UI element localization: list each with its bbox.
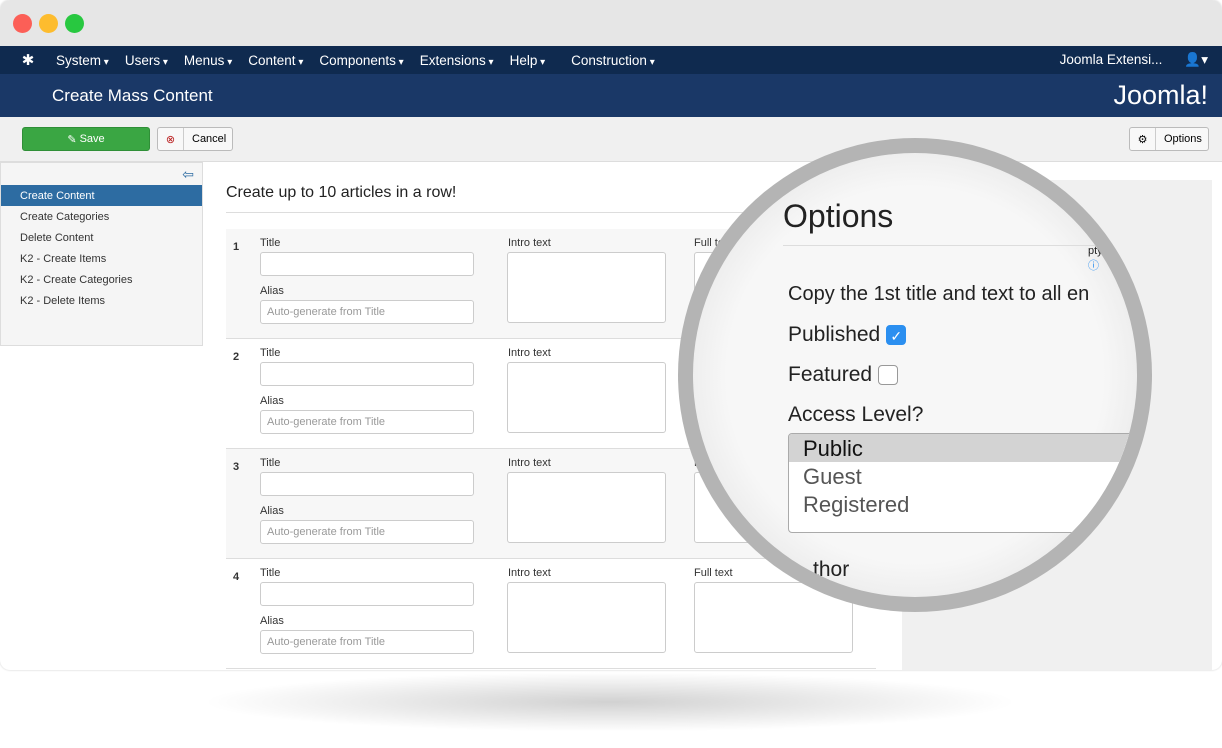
featured-checkbox[interactable] [878,365,899,386]
info-icon[interactable]: ⓘ [1088,260,1099,272]
maximize-dot[interactable] [65,14,84,33]
published-label: Published [788,323,881,346]
title-label: Title [260,237,281,249]
collapse-sidebar-icon[interactable]: ⇦ [1,163,202,185]
author-label: thor [813,558,850,581]
featured-label: Featured [788,363,873,386]
minimize-dot[interactable] [39,14,58,33]
access-level-label: Access Level? [788,403,924,426]
row-number: 2 [233,351,240,363]
row-number: 3 [233,461,240,473]
menu-components[interactable]: Components [319,53,403,68]
page-header: Create Mass Content Joomla! [0,74,1222,117]
title-label: Title [260,347,281,359]
site-link[interactable]: Joomla Extensi... [1060,52,1163,68]
save-label: Save [79,133,105,145]
options-heading: Options [783,198,894,234]
title-input[interactable] [260,362,474,386]
empty-pages-text: pty pages [1088,245,1136,257]
copy-first-label: Copy the 1st title and text to all en [788,283,1090,305]
intro-text-label: Intro text [508,457,551,469]
sidebar-item-k2-delete-items[interactable]: K2 - Delete Items [1,290,202,311]
user-icon[interactable]: 👤▾ [1184,52,1208,68]
row-number: 1 [233,241,240,253]
menu-help[interactable]: Help [510,53,546,68]
alias-label: Alias [260,395,284,407]
sidebar-item-k2-create-categories[interactable]: K2 - Create Categories [1,269,202,290]
menu-construction[interactable]: Construction [571,53,655,68]
intro-text-textarea[interactable] [507,582,666,653]
joomla-icon[interactable]: ✱ [0,51,56,69]
title-label: Title [260,457,281,469]
top-nav: ✱ System Users Menus Content Components … [0,46,1222,74]
close-dot[interactable] [13,14,32,33]
intro-text-textarea[interactable] [507,472,666,543]
menu-system[interactable]: System [56,53,109,68]
options-label: Options [1164,133,1202,145]
joomla-logo: Joomla! [1113,80,1208,110]
alias-label: Alias [260,285,284,297]
magnifier: Options pty pages ⓘ Copy the 1st title a… [678,138,1152,612]
alias-input[interactable]: Auto-generate from Title [260,520,474,544]
menu-extensions[interactable]: Extensions [420,53,494,68]
access-option-registered[interactable]: Registered [789,490,1137,518]
title-label: Title [260,567,281,579]
published-field: Published ✓ [788,323,907,347]
save-button[interactable]: ✎ Save [22,127,150,151]
access-option-guest[interactable]: Guest [789,462,1137,490]
menu-users[interactable]: Users [125,53,168,68]
title-input[interactable] [260,472,474,496]
title-bar [0,0,1222,46]
sidebar-item-create-categories[interactable]: Create Categories [1,206,202,227]
alias-label: Alias [260,615,284,627]
sidebar: ⇦ Create Content Create Categories Delet… [0,162,203,346]
article-row: 4 Title Alias Auto-generate from Title I… [226,559,876,669]
intro-text-label: Intro text [508,347,551,359]
menu-menus[interactable]: Menus [184,53,232,68]
featured-field: Featured [788,363,899,387]
intro-text-label: Intro text [508,567,551,579]
sidebar-item-k2-create-items[interactable]: K2 - Create Items [1,248,202,269]
intro-text-textarea[interactable] [507,252,666,323]
page-title: Create Mass Content [52,86,213,105]
title-input[interactable] [260,252,474,276]
window-shadow [200,672,1020,732]
cancel-button[interactable]: ⊗ Cancel [157,127,233,151]
options-button[interactable]: ⚙ Options [1129,127,1209,151]
intro-text-textarea[interactable] [507,362,666,433]
edit-icon: ✎ [67,133,80,146]
menu-content[interactable]: Content [248,53,303,68]
intro-text-label: Intro text [508,237,551,249]
empty-pages-label: pty pages ⓘ [1088,245,1137,273]
cancel-label: Cancel [192,133,227,145]
cancel-icon: ⊗ [158,128,184,150]
access-option-public[interactable]: Public [789,434,1137,462]
title-input[interactable] [260,582,474,606]
alias-input[interactable]: Auto-generate from Title [260,410,474,434]
alias-input[interactable]: Auto-generate from Title [260,630,474,654]
sidebar-item-create-content[interactable]: Create Content [1,185,202,206]
sidebar-item-delete-content[interactable]: Delete Content [1,227,202,248]
row-number: 4 [233,571,240,583]
alias-label: Alias [260,505,284,517]
toolbar: ✎ Save ⊗ Cancel ⚙ Options [0,117,1222,162]
alias-input[interactable]: Auto-generate from Title [260,300,474,324]
sidebar-item-label: Delete Items [43,295,105,307]
access-level-select[interactable]: Public Guest Registered [788,433,1137,533]
gear-icon: ⚙ [1130,128,1156,150]
published-checkbox[interactable]: ✓ [886,325,907,346]
full-text-label: Full text [694,567,733,579]
